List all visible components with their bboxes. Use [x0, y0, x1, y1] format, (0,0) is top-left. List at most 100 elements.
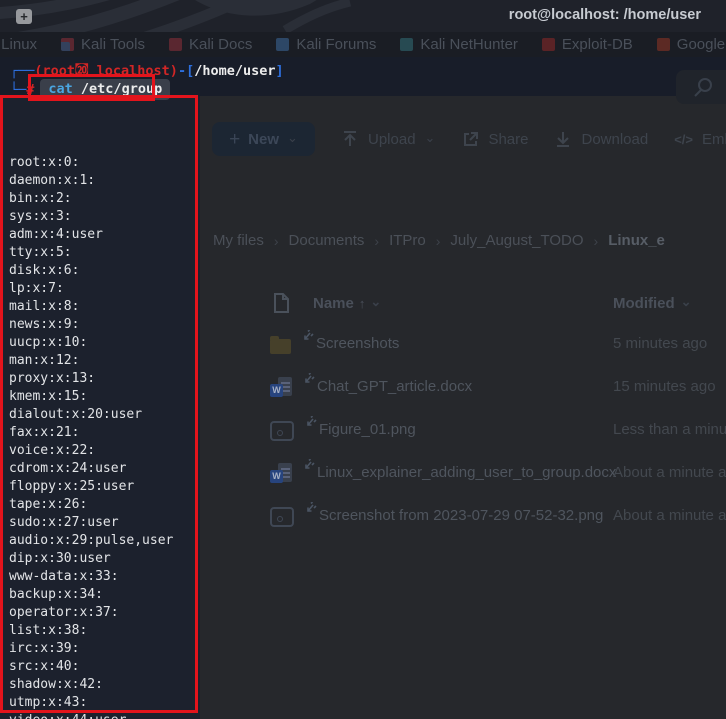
breadcrumb-item[interactable]: › ITPro	[364, 232, 425, 249]
download-icon	[554, 130, 572, 148]
breadcrumb-separator-icon: ›	[435, 232, 441, 249]
table-row[interactable]: W Figure_01.png Less than a minute ago	[212, 408, 726, 451]
terminal-output-line: video:x:44:user	[9, 712, 173, 719]
bookmark-item[interactable]: Kali Docs	[168, 36, 252, 53]
bookmark-label: Kali Forums	[296, 36, 377, 53]
bookmark-item[interactable]: Kali Tools	[61, 36, 145, 53]
table-row[interactable]: W Chat_GPT_article.docx 15 minutes ago	[212, 365, 726, 408]
breadcrumb-separator-icon: ›	[593, 232, 599, 249]
terminal-output-line: tape:x:26:	[9, 497, 88, 512]
share-button[interactable]: Share	[461, 130, 528, 148]
terminal-output-line: root:x:0:	[9, 155, 80, 170]
folder-icon	[270, 335, 291, 354]
terminal-output-line: disk:x:6:	[9, 263, 80, 278]
file-name: Figure_01.png	[319, 421, 416, 438]
shell-prompt-line2: └─ # cat /etc/group	[10, 79, 171, 100]
terminal-output-line: list:x:38:	[9, 623, 88, 638]
upload-icon	[341, 130, 359, 148]
share-label: Share	[488, 130, 529, 148]
incoming-arrow-icon	[301, 330, 314, 343]
terminal-output-line: fax:x:21:	[9, 425, 80, 440]
terminal-output-line: dialout:x:20:user	[9, 407, 143, 422]
bookmark-item[interactable]: Exploit-DB	[541, 36, 633, 53]
new-button[interactable]: + New ⌄	[212, 122, 315, 156]
chevron-down-icon: ⌄	[370, 293, 382, 309]
file-type-column-icon	[272, 292, 291, 314]
terminal-output-line: daemon:x:1:	[9, 173, 96, 188]
terminal-output-line: lp:x:7:	[9, 281, 64, 296]
word-document-icon: W	[270, 462, 292, 484]
file-name: Screenshots	[316, 335, 400, 352]
embed-code-icon: </>	[674, 131, 693, 147]
file-modified-time: About a minute ago	[613, 464, 726, 481]
new-tab-button[interactable]: +	[16, 9, 32, 24]
bookmark-item[interactable]: Google Hacking DB	[656, 36, 726, 53]
upload-button[interactable]: Upload ⌄	[341, 130, 435, 148]
prompt-cwd: /home/user	[194, 63, 276, 79]
terminal-output: root:x:0: daemon:x:1: bin:x:2: sys:x:3: adm:…	[9, 100, 173, 719]
file-rows: W Screenshots 5 minutes ago W	[212, 322, 726, 537]
breadcrumb-label[interactable]: July_August_TODO	[450, 232, 583, 249]
word-document-icon: W	[270, 376, 292, 398]
breadcrumb-label[interactable]: ITPro	[389, 232, 426, 249]
image-file-icon	[270, 421, 294, 441]
breadcrumb-label[interactable]: My files	[213, 232, 264, 249]
terminal-output-line: cdrom:x:24:user	[9, 461, 127, 476]
bookmark-favicon	[656, 38, 670, 51]
file-modified-time: About a minute ago	[613, 507, 726, 524]
file-name: Chat_GPT_article.docx	[317, 378, 473, 395]
download-label: Download	[581, 130, 649, 148]
terminal-output-line: irc:x:39:	[9, 641, 80, 656]
bookmark-label: Kali Tools	[81, 36, 145, 53]
breadcrumb-item[interactable]: › July_August_TODO	[426, 232, 584, 249]
search-icon	[692, 76, 714, 98]
bookmark-item[interactable]: Kali Linux	[0, 36, 37, 53]
bookmarks-toolbar: Kali Linux Kali Tools Kali Docs Kali For…	[0, 32, 726, 57]
command-name: cat	[48, 81, 73, 97]
chevron-down-icon: ⌄	[287, 129, 298, 145]
bookmark-item[interactable]: Kali Forums	[276, 36, 376, 53]
download-button[interactable]: Download	[554, 130, 648, 148]
name-column-header[interactable]: Name ↑ ⌄	[313, 295, 381, 312]
image-file-icon	[270, 507, 294, 527]
breadcrumb-label[interactable]: Linux_e	[608, 232, 665, 249]
terminal-output-line: sys:x:3:	[9, 209, 72, 224]
command-argument: /etc/group	[72, 81, 163, 97]
terminal-output-line: sudo:x:27:user	[9, 515, 119, 530]
table-row[interactable]: W Screenshots 5 minutes ago	[212, 322, 726, 365]
breadcrumb-item[interactable]: › Linux_e	[584, 232, 665, 249]
sort-ascending-icon: ↑	[358, 295, 366, 311]
terminal-output-line: man:x:12:	[9, 353, 80, 368]
chevron-down-icon: ⌄	[424, 129, 436, 145]
terminal-output-line: utmp:x:43:	[9, 695, 88, 710]
incoming-arrow-icon	[302, 459, 315, 472]
table-row[interactable]: W Screenshot from 2023-07-29 07-52-32.pn…	[212, 494, 726, 537]
incoming-arrow-icon	[304, 502, 317, 515]
shell-prompt-line1: ┌──(root㉉ localhost)-[/home/user]	[10, 63, 284, 79]
file-name: Screenshot from 2023-07-29 07-52-32.png	[319, 507, 604, 524]
terminal-output-line: operator:x:37:	[9, 605, 119, 620]
terminal-output-line: www-data:x:33:	[9, 569, 119, 584]
breadcrumb-item[interactable]: › My files	[213, 232, 264, 249]
terminal-output-line: bin:x:2:	[9, 191, 72, 206]
file-table: Name ↑ ⌄ Modified ⌄ W	[212, 285, 726, 537]
embed-button[interactable]: </> Embed	[674, 131, 726, 148]
breadcrumb-label[interactable]: Documents	[289, 232, 365, 249]
terminal-output-line: dip:x:30:user	[9, 551, 111, 566]
terminal-output-line: tty:x:5:	[9, 245, 72, 260]
bookmark-label: Google Hacking DB	[676, 36, 726, 53]
modified-column-header[interactable]: Modified ⌄	[613, 295, 692, 312]
table-row[interactable]: W Linux_explainer_adding_user_to_group.d…	[212, 451, 726, 494]
bookmark-favicon	[541, 38, 555, 51]
breadcrumb-separator-icon: ›	[273, 232, 279, 249]
breadcrumb-item[interactable]: › Documents	[264, 232, 365, 249]
bookmark-favicon	[61, 38, 75, 51]
terminal-output-line: src:x:40:	[9, 659, 80, 674]
file-modified-time: 15 minutes ago	[613, 378, 716, 395]
terminal-output-line: shadow:x:42:	[9, 677, 103, 692]
terminal-output-line: uucp:x:10:	[9, 335, 88, 350]
incoming-arrow-icon	[302, 373, 315, 386]
breadcrumb: › My files › Documents › ITPro › July_Au…	[213, 232, 665, 249]
bookmark-item[interactable]: Kali NetHunter	[400, 36, 518, 53]
search-button[interactable]	[676, 70, 726, 104]
